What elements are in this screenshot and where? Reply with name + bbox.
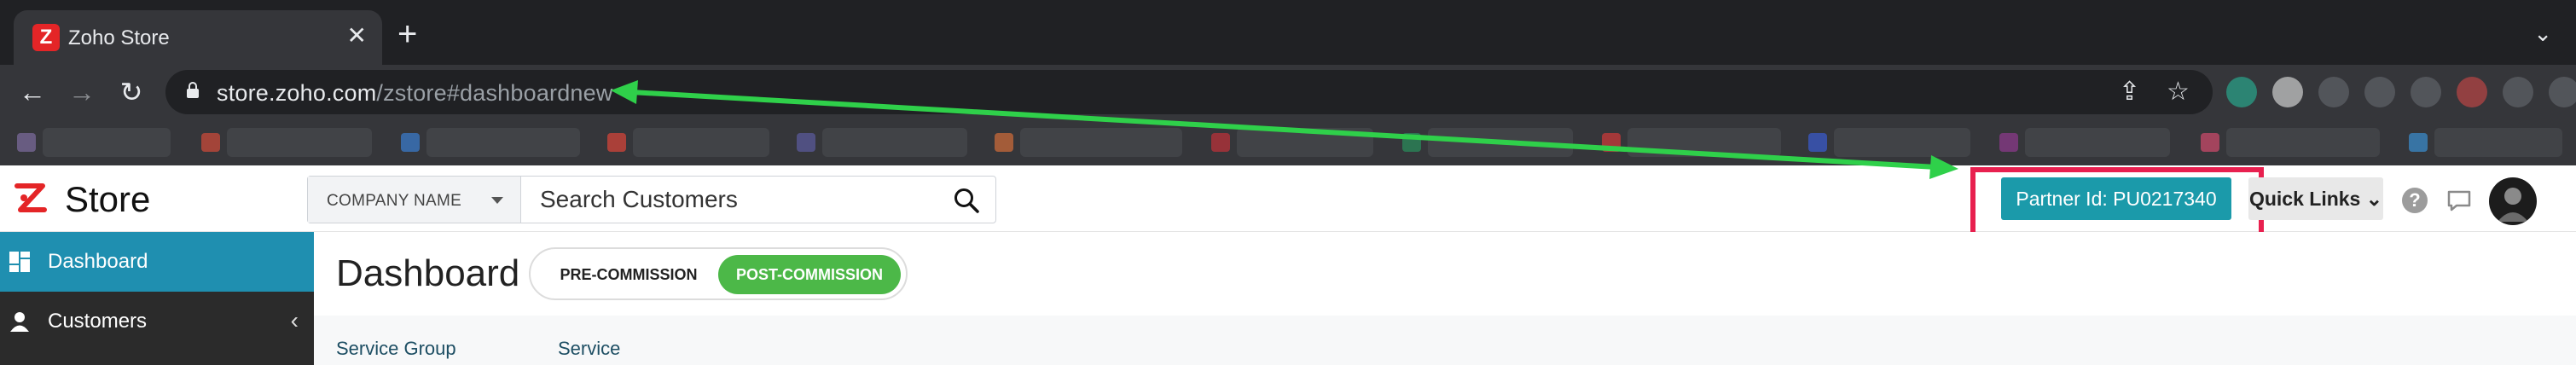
- tab-close-icon[interactable]: ✕: [347, 22, 367, 49]
- main-content: Dashboard PRE-COMMISSION POST-COMMISSION…: [314, 232, 2576, 365]
- page-title: Dashboard: [336, 252, 520, 294]
- post-commission-option[interactable]: POST-COMMISSION: [718, 255, 901, 294]
- browser-tab-strip: Z Zoho Store ✕ + ⌄: [0, 0, 2576, 65]
- browser-tab[interactable]: Z Zoho Store ✕: [14, 10, 382, 65]
- search-icon[interactable]: [953, 187, 980, 214]
- zoho-favicon-icon: Z: [32, 24, 60, 51]
- app-header: Store COMPANY NAME Partner Id: PU0217340…: [0, 165, 2576, 237]
- search-scope-dropdown[interactable]: COMPANY NAME: [308, 177, 521, 223]
- extension-icon[interactable]: [2364, 77, 2395, 107]
- dashboard-grid-icon: [9, 252, 30, 272]
- reload-icon[interactable]: ↻: [114, 75, 148, 109]
- chat-icon[interactable]: [2446, 189, 2472, 211]
- user-icon: [10, 312, 29, 332]
- bookmark-icon[interactable]: [607, 133, 626, 152]
- lock-icon[interactable]: [186, 82, 200, 99]
- new-tab-button[interactable]: +: [397, 17, 417, 51]
- extension-icons: [2226, 77, 2576, 107]
- app-logo-text[interactable]: Store: [65, 179, 150, 220]
- extension-icon[interactable]: [2457, 77, 2487, 107]
- bookmark-item[interactable]: [2434, 128, 2562, 157]
- bookmark-item[interactable]: [1237, 128, 1373, 157]
- service-label[interactable]: Service: [558, 338, 620, 360]
- pre-commission-option[interactable]: PRE-COMMISSION: [539, 256, 718, 293]
- bookmark-item[interactable]: [227, 128, 372, 157]
- bookmark-item[interactable]: [2226, 128, 2380, 157]
- bookmark-item[interactable]: [426, 128, 580, 157]
- bookmark-item[interactable]: [1428, 128, 1573, 157]
- bookmark-item[interactable]: [1627, 128, 1781, 157]
- sidebar-item-label: Customers: [48, 310, 148, 333]
- share-icon[interactable]: ⇪: [2119, 77, 2140, 107]
- filter-strip: Service Group Service: [314, 316, 2576, 365]
- forward-arrow-icon[interactable]: →: [65, 75, 99, 109]
- extension-icon[interactable]: [2318, 77, 2349, 107]
- bookmark-icon[interactable]: [1808, 133, 1827, 152]
- chevron-left-icon[interactable]: ‹: [291, 307, 299, 334]
- url-host: store.zoho.com: [217, 80, 377, 106]
- bookmark-item[interactable]: [2025, 128, 2170, 157]
- annotation-highlight-box: [1970, 167, 2264, 237]
- bookmark-icon[interactable]: [1402, 133, 1421, 152]
- bookmark-icon[interactable]: [1602, 133, 1621, 152]
- browser-toolbar: ← → ↻ store.zoho.com/zstore#dashboardnew…: [0, 65, 2576, 119]
- user-silhouette-icon: [2498, 188, 2528, 222]
- bookmark-icon[interactable]: [1211, 133, 1230, 152]
- bookmark-icon[interactable]: [1999, 133, 2018, 152]
- bookmark-icon[interactable]: [2201, 133, 2219, 152]
- bookmark-item[interactable]: [1834, 128, 1970, 157]
- tab-title: Zoho Store: [68, 26, 170, 49]
- bookmark-icon[interactable]: [17, 133, 36, 152]
- bookmark-item[interactable]: [43, 128, 171, 157]
- quick-links-dropdown[interactable]: Quick Links ⌄: [2248, 177, 2383, 220]
- tab-search-icon[interactable]: ⌄: [2533, 20, 2552, 47]
- commission-toggle: PRE-COMMISSION POST-COMMISSION: [529, 247, 908, 300]
- caret-down-icon: [491, 197, 503, 204]
- bookmark-item[interactable]: [1020, 128, 1182, 157]
- url-path: /zstore#dashboardnew: [376, 80, 613, 106]
- extension-icon[interactable]: [2503, 77, 2533, 107]
- bookmark-star-icon[interactable]: ☆: [2167, 77, 2190, 107]
- extension-icon[interactable]: [2549, 77, 2576, 107]
- bookmark-item[interactable]: [633, 128, 769, 157]
- address-bar[interactable]: store.zoho.com/zstore#dashboardnew ⇪ ☆: [165, 70, 2213, 114]
- customer-search-box: COMPANY NAME: [307, 176, 996, 223]
- service-group-label[interactable]: Service Group: [336, 338, 456, 360]
- sidebar: Dashboard Customers ‹: [0, 232, 314, 365]
- help-icon[interactable]: ?: [2402, 188, 2428, 213]
- sidebar-item-label: Dashboard: [48, 250, 148, 273]
- bookmark-item[interactable]: [822, 128, 967, 157]
- bookmark-icon[interactable]: [201, 133, 220, 152]
- bookmark-icon[interactable]: [797, 133, 815, 152]
- search-input[interactable]: [521, 177, 948, 223]
- url-text: store.zoho.com/zstore#dashboardnew: [217, 80, 613, 107]
- search-scope-label: COMPANY NAME: [327, 192, 462, 210]
- sidebar-item-dashboard[interactable]: Dashboard: [0, 232, 314, 292]
- bookmark-icon[interactable]: [401, 133, 420, 152]
- bookmark-icon[interactable]: [995, 133, 1013, 152]
- extension-icon[interactable]: [2272, 77, 2303, 107]
- avatar[interactable]: [2489, 177, 2537, 225]
- zoho-store-logo-icon[interactable]: [12, 181, 49, 218]
- back-arrow-icon[interactable]: ←: [15, 75, 49, 109]
- extension-icon[interactable]: [2411, 77, 2441, 107]
- bookmarks-bar: [0, 119, 2576, 165]
- extension-icon[interactable]: [2226, 77, 2257, 107]
- bookmark-icon[interactable]: [2409, 133, 2428, 152]
- sidebar-item-customers[interactable]: Customers ‹: [0, 292, 314, 351]
